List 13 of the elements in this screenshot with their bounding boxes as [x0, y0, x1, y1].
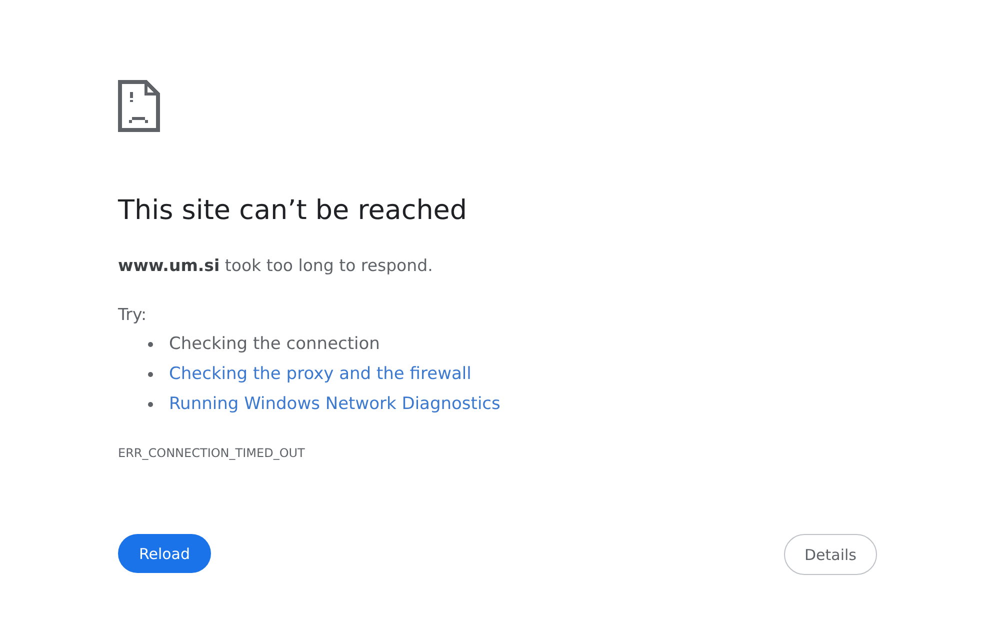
reload-button[interactable]: Reload — [118, 534, 211, 573]
details-button[interactable]: Details — [784, 534, 877, 575]
try-label: Try: — [118, 304, 147, 326]
bullet-icon — [148, 372, 153, 376]
error-heading: This site can’t be reached — [118, 194, 468, 228]
suggestion-link[interactable]: Running Windows Network Diagnostics — [169, 393, 500, 415]
bullet-icon — [148, 402, 153, 406]
error-code: ERR_CONNECTION_TIMED_OUT — [118, 445, 305, 462]
error-summary: www.um.si took too long to respond. — [118, 255, 433, 277]
suggestion-link[interactable]: Checking the proxy and the firewall — [169, 363, 472, 385]
suggestion-text: Checking the connection — [169, 333, 380, 355]
sad-page-icon — [118, 80, 160, 132]
bullet-icon — [148, 342, 153, 346]
